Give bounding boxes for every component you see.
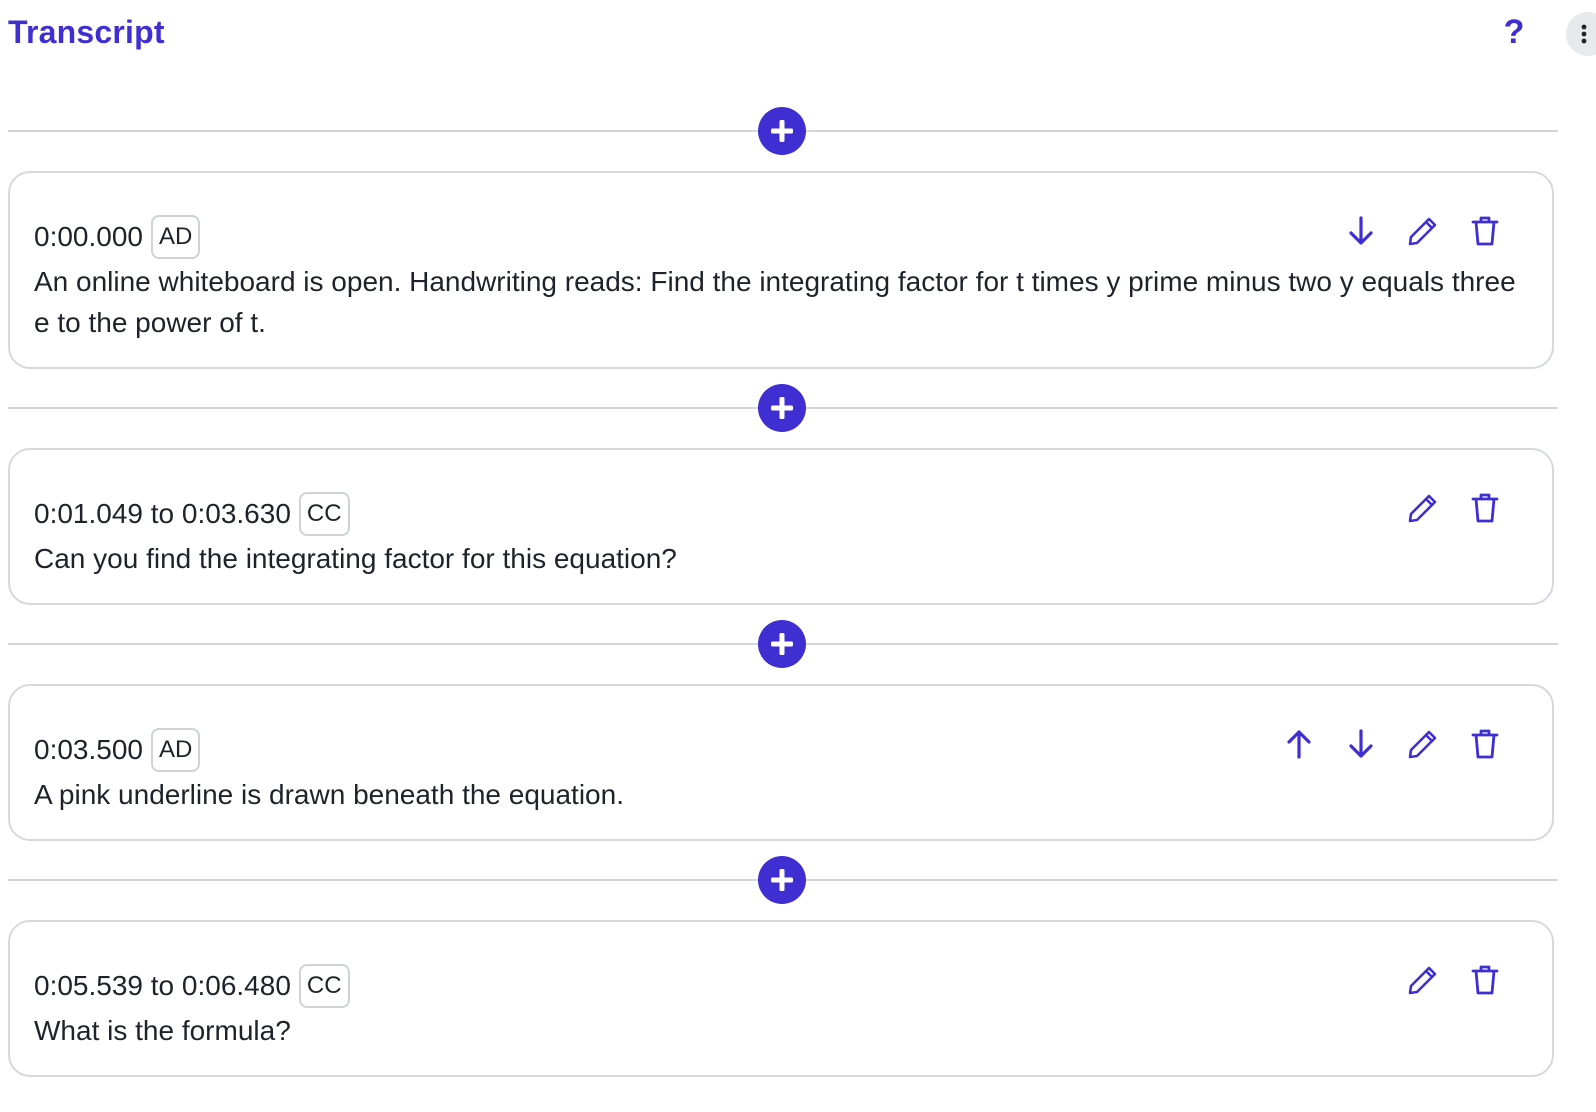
entry-text: What is the formula? (34, 1015, 291, 1046)
entry-type-badge: CC (298, 492, 350, 536)
more-vertical-icon (1581, 24, 1587, 44)
transcript-entry: 0:03.500 AD A pink underline is drawn be… (8, 684, 1554, 841)
insert-entry-button[interactable] (758, 384, 806, 432)
edit-button[interactable] (1392, 488, 1454, 528)
pencil-icon (1408, 730, 1437, 759)
trash-icon (1471, 216, 1499, 246)
trash-icon (1471, 965, 1499, 995)
trash-icon (1471, 493, 1499, 523)
insert-row-3 (8, 854, 1558, 906)
more-options-button[interactable] (1566, 12, 1596, 56)
edit-button[interactable] (1392, 724, 1454, 764)
arrow-down-icon (1349, 216, 1373, 245)
insert-row-2 (8, 618, 1558, 670)
pencil-icon (1408, 217, 1437, 246)
insert-entry-button[interactable] (758, 107, 806, 155)
transcript-entry: 0:05.539 to 0:06.480 CC What is the form… (8, 920, 1554, 1077)
entry-time: 0:00.000 AD (34, 215, 201, 259)
entry-actions (1392, 960, 1516, 1000)
timestamp: 0:01.049 to 0:03.630 (34, 498, 291, 529)
insert-row-0 (8, 105, 1558, 157)
arrow-up-icon (1287, 730, 1311, 759)
plus-icon (771, 869, 793, 891)
insert-entry-button[interactable] (758, 856, 806, 904)
timestamp: 0:00.000 (34, 221, 143, 252)
delete-button[interactable] (1454, 211, 1516, 251)
pencil-icon (1408, 494, 1437, 523)
transcript-header: Transcript ? (0, 0, 1596, 70)
trash-icon (1471, 729, 1499, 759)
entry-time: 0:03.500 AD (34, 728, 201, 772)
entry-text: An online whiteboard is open. Handwritin… (34, 266, 1516, 338)
timestamp: 0:05.539 to 0:06.480 (34, 970, 291, 1001)
entry-type-badge: AD (151, 215, 201, 259)
entry-time: 0:05.539 to 0:06.480 CC (34, 964, 350, 1008)
arrow-down-icon (1349, 729, 1373, 758)
transcript-entry: 0:01.049 to 0:03.630 CC Can you find the… (8, 448, 1554, 605)
edit-button[interactable] (1392, 211, 1454, 251)
help-button[interactable]: ? (1494, 10, 1534, 54)
plus-icon (771, 120, 793, 142)
delete-button[interactable] (1454, 724, 1516, 764)
entry-type-badge: AD (151, 728, 201, 772)
entry-text: Can you find the integrating factor for … (34, 543, 677, 574)
move-up-button[interactable] (1268, 724, 1330, 764)
transcript-entry: 0:00.000 AD An online whiteboard is open… (8, 171, 1554, 369)
delete-button[interactable] (1454, 488, 1516, 528)
move-down-button[interactable] (1330, 724, 1392, 764)
entry-actions (1268, 724, 1516, 764)
page-title: Transcript (8, 14, 165, 50)
insert-row-1 (8, 382, 1558, 434)
delete-button[interactable] (1454, 960, 1516, 1000)
entry-type-badge: CC (298, 964, 350, 1008)
move-down-button[interactable] (1330, 211, 1392, 251)
entry-actions (1330, 211, 1516, 251)
insert-entry-button[interactable] (758, 620, 806, 668)
edit-button[interactable] (1392, 960, 1454, 1000)
entry-text: A pink underline is drawn beneath the eq… (34, 779, 624, 810)
pencil-icon (1408, 966, 1437, 995)
entry-actions (1392, 488, 1516, 528)
timestamp: 0:03.500 (34, 734, 143, 765)
plus-icon (771, 633, 793, 655)
entry-time: 0:01.049 to 0:03.630 CC (34, 492, 350, 536)
plus-icon (771, 397, 793, 419)
